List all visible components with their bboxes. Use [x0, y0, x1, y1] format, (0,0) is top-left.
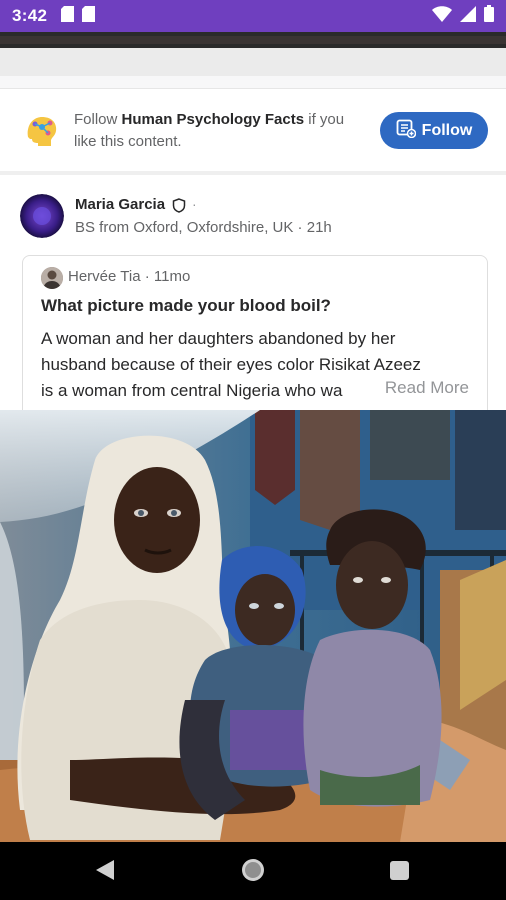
original-author-avatar[interactable]: [41, 267, 63, 289]
home-icon[interactable]: [242, 859, 264, 881]
feed-divider: [0, 171, 506, 175]
answer-age: · 11mo: [144, 268, 191, 285]
battery-icon: [484, 5, 494, 27]
question-title[interactable]: What picture made your blood boil?: [41, 296, 331, 316]
follow-button[interactable]: Follow: [380, 112, 488, 149]
follow-prompt-text: Follow Human Psychology Facts if you lik…: [74, 109, 369, 153]
sd-card-icon: [82, 5, 96, 27]
follow-space-card: Follow Human Psychology Facts if you lik…: [0, 89, 506, 171]
post-image[interactable]: [0, 410, 506, 842]
separator-dot: ·: [192, 196, 197, 212]
signal-icon: [460, 5, 476, 27]
original-author-meta: Hervée Tia · 11mo: [68, 268, 190, 285]
navigation-bar: [0, 842, 506, 900]
previous-content-edge: [0, 32, 506, 48]
space-avatar[interactable]: [20, 107, 64, 151]
sd-card-icon: [61, 5, 75, 27]
original-author-name[interactable]: Hervée Tia: [68, 268, 141, 285]
author-credential: BS from Oxford, Oxfordshire, UK · 21h: [75, 219, 332, 236]
space-icon: [396, 118, 416, 143]
feed-divider: [0, 76, 506, 89]
space-name[interactable]: Human Psychology Facts: [122, 111, 305, 128]
status-time: 3:42: [12, 6, 48, 25]
status-bar: 3:42: [0, 0, 506, 32]
answer-line-text: is a woman from central Nigeria who wa: [41, 381, 343, 400]
previous-content-bar: [0, 48, 506, 76]
author-avatar[interactable]: [20, 194, 64, 238]
recents-icon[interactable]: [390, 861, 409, 880]
shield-icon: [172, 198, 186, 218]
answer-line: A woman and her daughters abandoned by h…: [41, 329, 396, 348]
read-more-link[interactable]: Read More: [380, 378, 469, 398]
author-name[interactable]: Maria Garcia: [75, 196, 165, 213]
post-header: Maria Garcia · BS from Oxford, Oxfordshi…: [0, 176, 506, 246]
shared-answer-card[interactable]: Hervée Tia · 11mo What picture made your…: [22, 255, 488, 427]
back-icon[interactable]: [96, 860, 114, 885]
follow-prefix: Follow: [74, 111, 118, 128]
answer-line: husband because of their eyes color Risi…: [41, 355, 421, 374]
wifi-icon: [432, 5, 452, 27]
follow-button-label: Follow: [421, 121, 473, 139]
